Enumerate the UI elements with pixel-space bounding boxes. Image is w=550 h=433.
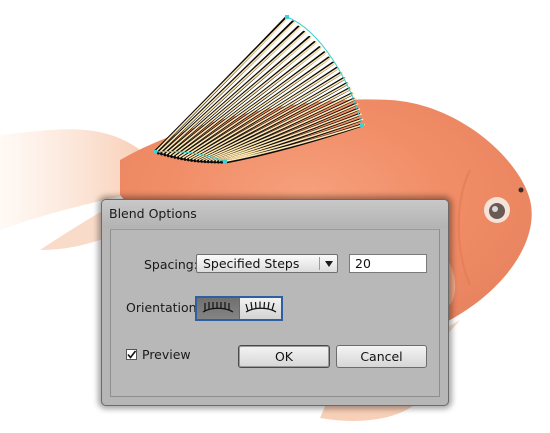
orientation-align-path-button[interactable] [239, 298, 281, 319]
steps-input[interactable] [349, 254, 427, 273]
preview-checkbox[interactable] [126, 349, 137, 360]
dialog-titlebar[interactable]: Blend Options [102, 200, 448, 228]
cancel-button[interactable]: Cancel [336, 345, 427, 368]
fish-nostril [518, 187, 524, 193]
ok-button[interactable]: OK [238, 345, 330, 368]
anchor-point-bottom[interactable] [223, 160, 227, 164]
orientation-label: Orientation: [126, 300, 201, 315]
chevron-down-icon[interactable] [325, 261, 333, 267]
anchor-point-left[interactable] [153, 150, 157, 154]
preview-label[interactable]: Preview [142, 347, 191, 362]
checkmark-icon [127, 350, 137, 359]
align-to-path-icon [245, 301, 277, 313]
orientation-toggle [195, 296, 283, 321]
spacing-select[interactable]: Specified Steps [196, 254, 338, 273]
orientation-align-page-button[interactable] [197, 298, 239, 319]
align-to-page-icon [202, 302, 234, 313]
anchor-point-top[interactable] [285, 15, 289, 19]
blend-options-dialog: Blend Options Spacing: Specified Steps O… [101, 199, 449, 406]
spacing-select-value: Specified Steps [203, 256, 300, 271]
spacing-label: Spacing: [144, 257, 198, 272]
dialog-title: Blend Options [109, 206, 197, 221]
fish-eye-pupil [492, 206, 498, 212]
select-divider [319, 257, 320, 270]
anchor-point-right[interactable] [360, 123, 364, 127]
